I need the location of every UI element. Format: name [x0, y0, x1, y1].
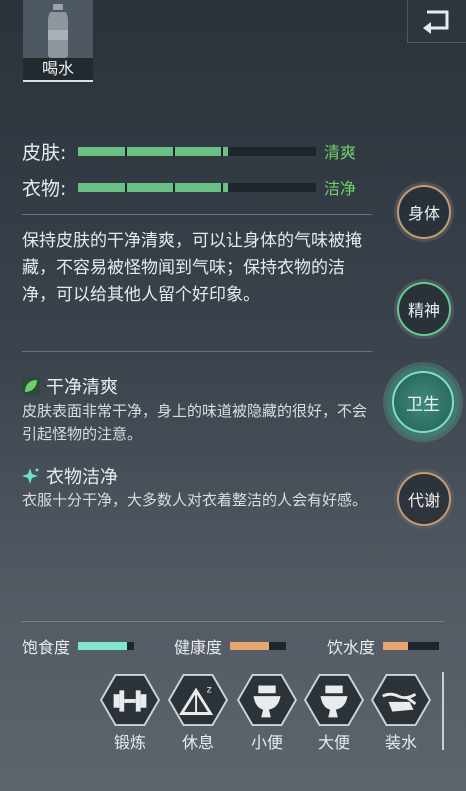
action-label: 喝水	[23, 58, 93, 80]
water-bottle-icon	[48, 4, 68, 58]
buff-title-text: 衣物洁净	[46, 467, 118, 488]
clothes-bar-fill	[78, 182, 228, 192]
leaf-icon	[22, 377, 40, 395]
clothes-label: 衣物:	[22, 177, 67, 200]
divider	[22, 621, 444, 622]
tent-sleep-icon: z	[167, 673, 229, 727]
action-label: 休息	[181, 733, 214, 752]
tab-hygiene[interactable]: 卫生	[392, 371, 454, 433]
actions-scrollbar[interactable]	[442, 672, 444, 750]
action-exercise-button[interactable]: 锻炼	[98, 673, 162, 753]
clothes-status: 洁净	[324, 179, 357, 198]
need-satiety: 饱食度	[22, 634, 135, 658]
water-refill-icon	[370, 673, 432, 727]
skin-bar-fill	[78, 146, 228, 156]
action-label: 小便	[250, 733, 283, 752]
buff-clean-title: 干净清爽	[22, 373, 118, 399]
buff-tidy-desc: 衣服十分干净，大多数人对衣着整洁的人会有好感。	[22, 491, 368, 509]
toilet-icon	[303, 673, 365, 727]
action-defecate-button[interactable]: 大便	[302, 673, 366, 753]
divider	[22, 351, 372, 352]
hygiene-description: 保持皮肤的干净清爽，可以让身体的气味被掩藏，不容易被怪物闻到气味；保持衣物的洁净…	[22, 231, 362, 305]
sparkle-icon	[22, 467, 40, 485]
action-label: 大便	[317, 733, 350, 752]
action-drink-button[interactable]: 喝水	[23, 0, 93, 82]
skin-bar	[78, 146, 316, 156]
tab-metabolism[interactable]: 代谢	[397, 472, 451, 526]
skin-stat-row: 皮肤: 清爽	[22, 140, 367, 164]
tab-mind[interactable]: 精神	[397, 282, 451, 336]
skin-status: 清爽	[324, 143, 357, 162]
svg-text:z: z	[207, 684, 212, 695]
buff-clean-desc: 皮肤表面非常干净，身上的味道被隐藏的很好，不会引起怪物的注意。	[22, 402, 368, 443]
need-water: 饮水度	[327, 634, 440, 658]
action-urinate-button[interactable]: 小便	[235, 673, 299, 753]
buff-tidy-title: 衣物洁净	[22, 463, 118, 489]
action-label: 装水	[384, 733, 417, 752]
action-fill-water-button[interactable]: 装水	[369, 673, 433, 753]
divider	[22, 214, 372, 215]
skin-label: 皮肤:	[22, 141, 67, 164]
buff-title-text: 干净清爽	[46, 377, 118, 398]
clothes-bar	[78, 182, 316, 192]
action-rest-button[interactable]: z 休息	[166, 673, 230, 753]
back-button[interactable]	[407, 0, 466, 43]
tab-body[interactable]: 身体	[397, 185, 451, 239]
clothes-stat-row: 衣物: 洁净	[22, 176, 367, 200]
need-health: 健康度	[174, 634, 287, 658]
action-label: 锻炼	[113, 733, 146, 752]
toilet-icon	[236, 673, 298, 727]
return-icon	[423, 10, 449, 34]
dumbbell-icon	[99, 673, 161, 727]
